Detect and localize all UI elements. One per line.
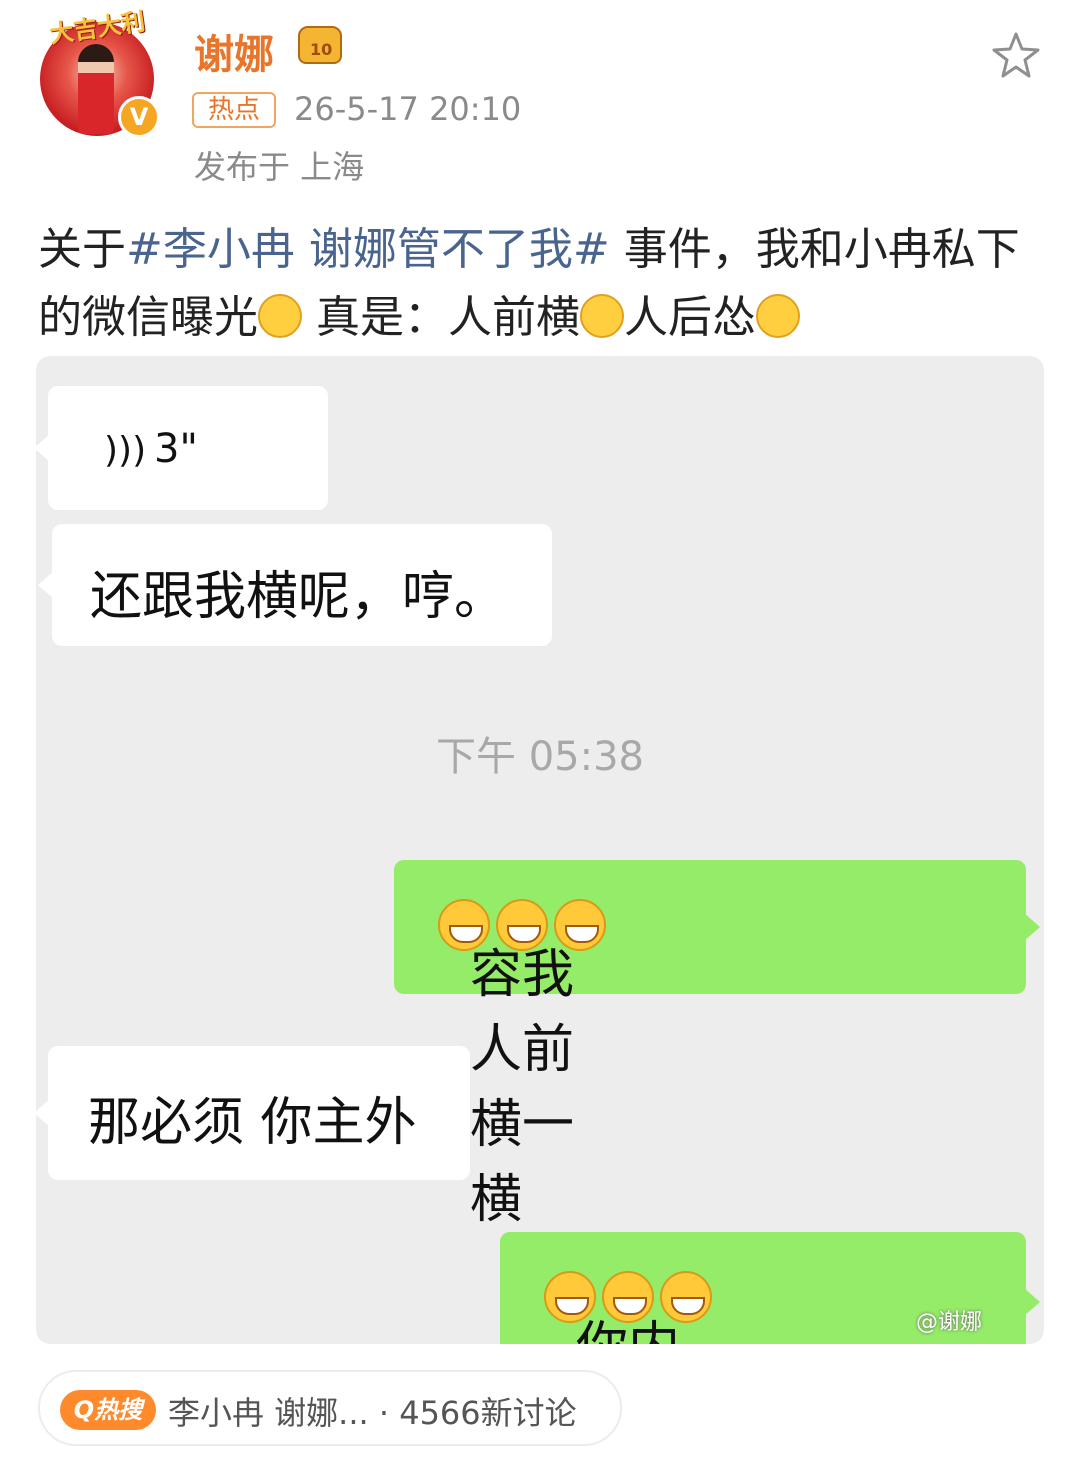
laugh-emoji-icon <box>660 1271 712 1323</box>
message-text-content: 容我人前横一横 <box>470 945 575 1230</box>
star-icon[interactable] <box>990 30 1042 82</box>
hot-search-link[interactable]: Q热搜 李小冉 谢娜... · 4566新讨论 <box>38 1370 622 1446</box>
message-text: 你内外都主 <box>538 1268 712 1344</box>
post-text-1: 关于 <box>38 224 126 275</box>
message-text: 还跟我横呢，哼。 <box>90 567 507 627</box>
hashtag-link[interactable]: #李小冉 谢娜管不了我# <box>126 224 610 275</box>
laugh-emoji-icon <box>554 899 606 951</box>
avatar-figure <box>78 44 114 134</box>
verified-icon: V <box>118 96 160 138</box>
hot-search-badge: Q热搜 <box>60 1390 156 1430</box>
chat-screenshot[interactable]: ))) 3" 还跟我横呢，哼。 下午 05:38 容我人前横一横 那必须 你主外… <box>36 356 1044 1344</box>
message-text: 那必须 你主外 <box>88 1093 417 1153</box>
post-location: 发布于 上海 <box>194 148 365 186</box>
message-bubble-incoming: 那必须 你主外 <box>36 1046 470 1180</box>
post-text-4: 人后怂 <box>624 292 756 343</box>
cool-emoji-icon <box>580 294 624 338</box>
watermark: @谢娜 <box>916 1310 983 1335</box>
post-text: 关于#李小冉 谢娜管不了我# 事件，我和小冉私下的微信曝光 真是：人前横 人后怂 <box>38 216 1048 352</box>
hot-tag: 热点 <box>192 92 276 128</box>
hot-search-text: 李小冉 谢娜... · 4566新讨论 <box>168 1394 577 1432</box>
voice-message[interactable]: ))) 3" <box>36 386 328 510</box>
shush-emoji-icon <box>258 294 302 338</box>
post-time: 26-5-17 20:10 <box>294 90 522 128</box>
laugh-emoji-icon <box>496 899 548 951</box>
laugh-cry-emoji-icon <box>756 294 800 338</box>
post-text-3: 真是：人前横 <box>302 292 580 343</box>
vip-crown-icon[interactable]: 10 <box>294 26 346 68</box>
chat-timestamp: 下午 05:38 <box>436 734 644 780</box>
message-text: 容我人前横一横 <box>432 896 606 1230</box>
author-name[interactable]: 谢娜 <box>194 22 274 80</box>
message-bubble-outgoing: 容我人前横一横 <box>394 860 1040 1230</box>
vip-level: 10 <box>310 40 333 59</box>
laugh-emoji-icon <box>544 1271 596 1323</box>
laugh-emoji-icon <box>602 1271 654 1323</box>
voice-duration: 3" <box>154 426 198 472</box>
message-bubble-incoming: 还跟我横呢，哼。 <box>38 524 552 646</box>
laugh-emoji-icon <box>438 899 490 951</box>
voice-wave-icon: ))) <box>104 430 147 471</box>
